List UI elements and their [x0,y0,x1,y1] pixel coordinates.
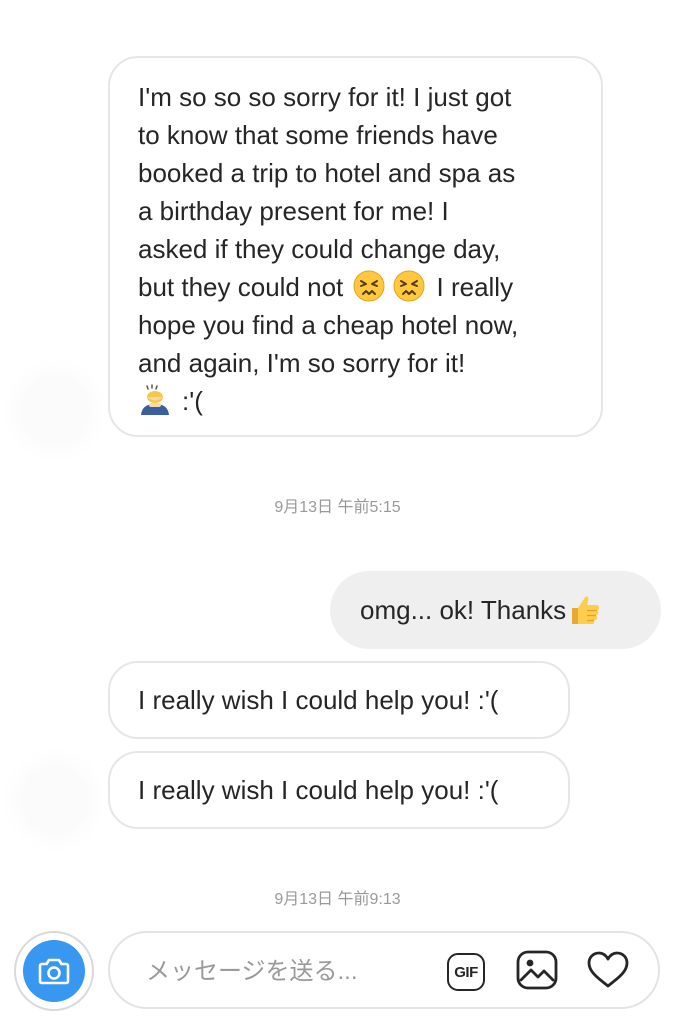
message-text: I really wish I could help you! :'( [138,685,499,715]
camera-icon [23,940,85,1002]
message-line: booked a trip to hotel and spa as [138,158,516,188]
message-line: to know that some friends have [138,120,498,150]
incoming-message-bubble[interactable]: I really wish I could help you! :'( [108,661,570,739]
message-text: I really [436,272,514,302]
camera-button[interactable] [14,931,94,1011]
message-line: asked if they could change day, [138,234,501,264]
message-line: and again, I'm so sorry for it! [138,348,466,378]
message-composer: GIF [108,931,660,1009]
heart-icon [586,950,630,995]
timestamp: 9月13日 午前5:15 [274,499,401,516]
confounded-face-icon [353,270,385,302]
photo-button[interactable] [515,950,559,995]
message-line-with-emoji: but they could not I really [138,268,583,306]
like-button[interactable] [586,950,630,995]
sender-avatar[interactable] [20,765,90,835]
message-line-with-emoji: :'( [138,382,583,420]
message-text: :'( [182,386,203,416]
message-line: a birthday present for me! I [138,196,449,226]
message-text: but they could not [138,272,344,302]
gif-icon: GIF [447,953,485,991]
sender-avatar[interactable] [20,375,90,445]
outgoing-message-bubble[interactable]: omg... ok! Thanks [330,571,661,649]
incoming-message-bubble[interactable]: I'm so so so sorry for it! I just got to… [108,56,603,437]
message-text: I really wish I could help you! :'( [138,775,499,805]
photo-icon [516,950,558,995]
gif-button[interactable]: GIF [444,952,488,992]
thumbs-up-icon [568,593,602,627]
incoming-message-bubble[interactable]: I really wish I could help you! :'( [108,751,570,829]
message-input[interactable] [146,955,436,989]
bowing-person-icon [138,382,172,416]
message-line: I'm so so so sorry for it! I just got [138,82,512,112]
confounded-face-icon [393,270,425,302]
message-text: omg... ok! Thanks [360,595,567,625]
timestamp: 9月13日 午前9:13 [274,891,401,908]
gif-label: GIF [454,963,478,981]
message-line: hope you find a cheap hotel now, [138,310,519,340]
